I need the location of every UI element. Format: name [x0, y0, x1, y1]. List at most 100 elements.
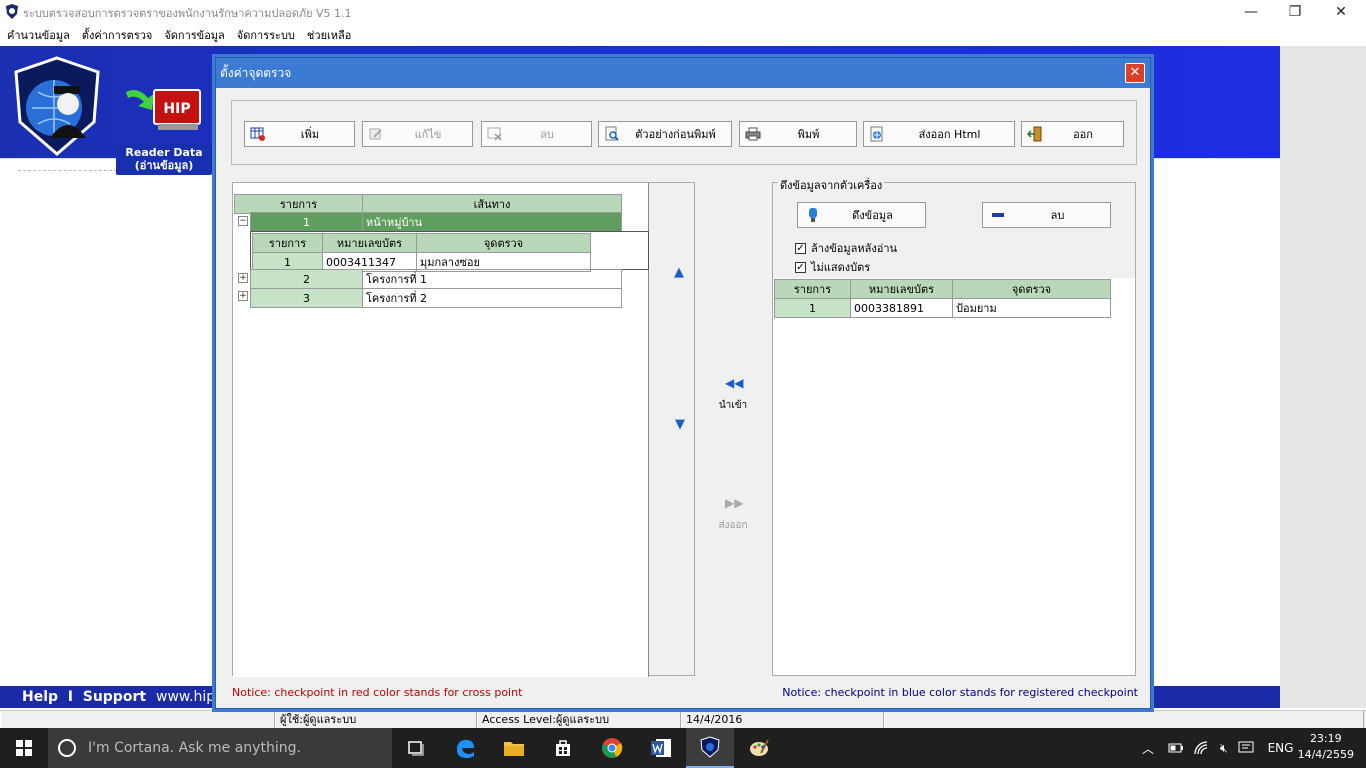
row-1-collapse-toggle[interactable]: − — [238, 216, 248, 226]
reader-table: รายการ หมายเลขบัตร จุดตรวจ 1 0003381891 … — [774, 279, 1111, 318]
battery-icon[interactable] — [1168, 742, 1184, 754]
route-row-no: 3 — [250, 288, 363, 308]
child-col-no[interactable]: รายการ — [252, 233, 323, 253]
reader-delete-label: ลบ — [1050, 209, 1065, 222]
route-row-name: หน้าหมู่บ้าน — [362, 212, 622, 232]
guard-app-taskbar-button[interactable] — [686, 728, 734, 768]
window-title: ระบบตรวจสอบการตรวจตราของพนักงานรักษาความ… — [23, 7, 352, 20]
reader-grid: รายการ หมายเลขบัตร จุดตรวจ 1 0003381891 … — [773, 278, 1135, 675]
print-button[interactable]: พิมพ์ — [739, 121, 857, 147]
fetch-data-button[interactable]: ดึงข้อมูล — [797, 202, 926, 228]
reader-row-point: ป้อมยาม — [952, 298, 1111, 318]
window-titlebar: ระบบตรวจสอบการตรวจตราของพนักงานรักษาความ… — [0, 0, 1366, 24]
import-arrow-icon[interactable]: ◀◀ — [725, 376, 743, 390]
printer-icon — [745, 127, 761, 141]
chevron-up-icon[interactable]: ︿ — [1142, 740, 1154, 757]
word-button[interactable] — [637, 728, 685, 768]
paint-button[interactable] — [735, 728, 783, 768]
delete-button[interactable]: ลบ — [481, 121, 592, 147]
dialog-close-button[interactable]: ✕ — [1125, 63, 1145, 83]
reader-panel: ดึงข้อมูลจากตัวเครื่อง ดึงข้อมูล ลบ ✓ ล้… — [772, 176, 1136, 676]
website-link[interactable]: www.hip — [156, 686, 215, 708]
reader-col-point[interactable]: จุดตรวจ — [952, 279, 1111, 299]
route-col-name[interactable]: เส้นทาง — [362, 194, 622, 214]
restore-button[interactable]: ❐ — [1272, 0, 1318, 24]
preview-icon — [605, 126, 619, 141]
exit-door-icon — [1027, 126, 1042, 142]
move-down-arrow-icon[interactable]: ▼ — [675, 417, 685, 432]
start-button[interactable] — [0, 728, 48, 768]
app-shield-icon — [6, 4, 18, 19]
guard-shield-icon — [700, 736, 720, 758]
row-3-expand-toggle[interactable]: + — [238, 291, 248, 301]
reader-data-button[interactable]: Reader Data (อ่านข้อมูล) — [116, 143, 212, 175]
move-up-arrow-icon[interactable]: ▲ — [674, 265, 684, 280]
export-arrow-icon[interactable]: ▶▶ — [725, 496, 743, 510]
child-header: รายการ หมายเลขบัตร จุดตรวจ 1 0003411347 … — [252, 233, 591, 272]
volume-muted-icon[interactable]: 🔇︎ — [1220, 741, 1228, 756]
reader-col-card[interactable]: หมายเลขบัตร — [850, 279, 953, 299]
export-html-button[interactable]: ส่งออก Html — [863, 121, 1015, 147]
word-icon — [651, 739, 671, 757]
route-rows: 2 โครงการที่ 1 3 โครงการที่ 2 — [250, 269, 622, 308]
dialog-toolbar: เพิ่ม แก้ไข ลบ ตัวอย่างก่อนพิมพ์ พิมพ์ ส… — [231, 100, 1137, 165]
check-icon: ✓ — [795, 242, 806, 254]
action-center-icon[interactable] — [1238, 741, 1254, 755]
system-tray: ︿ 🔇︎ ENG — [1142, 728, 1293, 768]
wifi-icon[interactable] — [1194, 741, 1210, 755]
table-row[interactable]: 1 หน้าหมู่บ้าน — [250, 212, 622, 232]
route-row-no: 2 — [250, 269, 363, 289]
reader-sublabel: (อ่านข้อมูล) — [134, 159, 194, 172]
hide-card-checkbox[interactable]: ✓ ไม่แสดงบัตร — [795, 258, 870, 276]
route-col-no[interactable]: รายการ — [234, 194, 363, 214]
exit-button[interactable]: ออก — [1021, 121, 1124, 147]
add-table-icon — [250, 127, 265, 141]
cortana-search-box[interactable]: I'm Cortana. Ask me anything. — [48, 728, 392, 768]
child-grid: รายการ หมายเลขบัตร จุดตรวจ 1 0003411347 … — [250, 231, 649, 272]
chrome-button[interactable] — [588, 728, 636, 768]
menu-settings[interactable]: ตั้งค่าการตรวจ — [82, 26, 152, 44]
task-view-button[interactable] — [392, 728, 440, 768]
menu-help[interactable]: ช่วยเหลือ — [307, 26, 351, 44]
taskbar-clock[interactable]: 23:19 14/4/2559 — [1298, 731, 1354, 763]
route-header: รายการ เส้นทาง — [234, 194, 622, 214]
row-2-expand-toggle[interactable]: + — [238, 273, 248, 283]
edit-button[interactable]: แก้ไข — [362, 121, 473, 147]
store-button[interactable] — [539, 728, 587, 768]
hip-reader-icon: HIP — [126, 89, 201, 130]
clear-after-read-label: ล้างข้อมูลหลังอ่าน — [811, 242, 898, 255]
delete-label: ลบ — [540, 128, 554, 141]
menu-data[interactable]: จัดการข้อมูล — [164, 26, 224, 44]
table-row[interactable]: 3 โครงการที่ 2 — [250, 288, 622, 308]
clear-after-read-checkbox[interactable]: ✓ ล้างข้อมูลหลังอ่าน — [795, 239, 897, 257]
cortana-placeholder: I'm Cortana. Ask me anything. — [88, 740, 301, 756]
table-row[interactable]: 1 0003381891 ป้อมยาม — [774, 298, 1111, 318]
minimize-button[interactable]: — — [1228, 0, 1274, 24]
child-col-card[interactable]: หมายเลขบัตร — [322, 233, 417, 253]
clock-time: 23:19 — [1309, 732, 1342, 745]
store-bag-icon — [556, 740, 570, 756]
file-explorer-button[interactable] — [490, 728, 538, 768]
edge-taskbar-button[interactable] — [441, 728, 489, 768]
input-language[interactable]: ENG — [1268, 741, 1294, 755]
help-link[interactable]: Help I Support — [22, 689, 146, 705]
status-cell-blank — [0, 711, 275, 729]
checkpoint-dialog: ตั้งค่าจุดตรวจ ✕ เพิ่ม แก้ไข ลบ ตัวอย่าง… — [215, 57, 1151, 709]
print-preview-button[interactable]: ตัวอย่างก่อนพิมพ์ — [598, 121, 732, 147]
cortana-icon — [58, 739, 76, 757]
close-button[interactable]: ✕ — [1318, 0, 1364, 24]
child-col-point[interactable]: จุดตรวจ — [416, 233, 591, 253]
add-button[interactable]: เพิ่ม — [244, 121, 355, 147]
reader-label: Reader Data — [125, 146, 203, 159]
export-label[interactable]: ส่งออก — [713, 518, 753, 533]
menu-calc[interactable]: คำนวนข้อมูล — [7, 26, 70, 44]
menu-system[interactable]: จัดการระบบ — [237, 26, 295, 44]
reader-col-no[interactable]: รายการ — [774, 279, 851, 299]
html-export-icon — [870, 126, 883, 142]
reader-row-no: 1 — [774, 298, 851, 318]
reader-device-icon — [809, 208, 817, 222]
route-row-name: โครงการที่ 1 — [362, 269, 622, 289]
import-label[interactable]: นำเข้า — [713, 398, 753, 413]
reader-delete-button[interactable]: ลบ — [982, 202, 1111, 228]
table-row[interactable]: 2 โครงการที่ 1 — [250, 269, 622, 289]
